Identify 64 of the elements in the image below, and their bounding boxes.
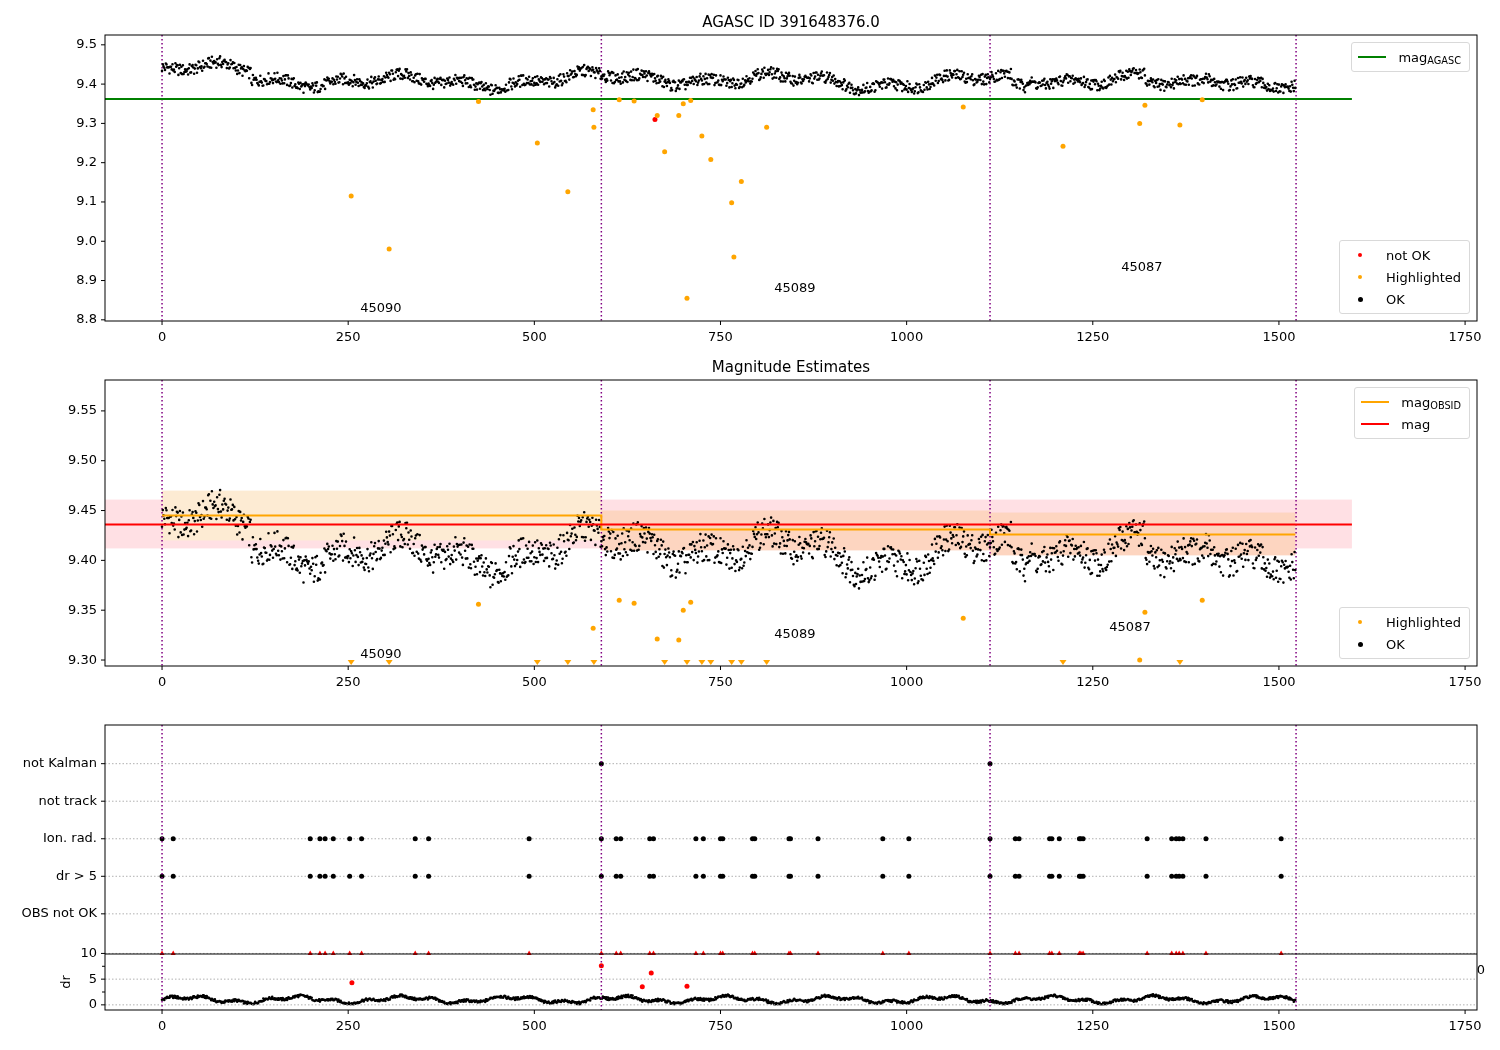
tick-label: not Kalman [22, 755, 97, 771]
legend-label: mag$_{OBSID}$ [1401, 395, 1462, 409]
axis-label: dr [58, 975, 73, 989]
tick-label: 9.5 [76, 36, 97, 52]
obsid-label: 45087 [1121, 259, 1163, 275]
tick-label: 1750 [1448, 674, 1482, 689]
tick-label: 9.40 [68, 551, 97, 567]
tick-label: Ion. rad. [43, 830, 97, 846]
tick-label: 1250 [1076, 329, 1110, 344]
tick-label: 9.3 [76, 114, 97, 130]
tick-label: 0 [157, 1018, 167, 1033]
legend-label: OK [1386, 637, 1406, 651]
tick-label: 9.30 [68, 651, 97, 667]
chart-title: Magnitude Estimates [711, 358, 871, 376]
tick-label: 1750 [1448, 1018, 1482, 1033]
tick-label: 750 [708, 674, 733, 689]
tick-label: 1000 [890, 329, 924, 344]
legend-label: mag$_{AGASC}$ [1398, 50, 1462, 64]
tick-label: 9.1 [76, 193, 97, 209]
tick-label: 9.4 [76, 75, 97, 91]
tick-label: 9.35 [68, 601, 97, 617]
tick-label: 5 [88, 970, 97, 986]
tick-label: 0 [1476, 961, 1486, 977]
tick-label: 750 [708, 329, 733, 344]
tick-label: 1500 [1262, 329, 1296, 344]
tick-label: 0 [157, 329, 167, 344]
tick-label: 1250 [1076, 1018, 1110, 1033]
tick-label: 8.9 [76, 272, 97, 288]
tick-label: 250 [335, 674, 361, 689]
obsid-label: 45090 [360, 299, 402, 315]
tick-label: 500 [521, 1018, 547, 1033]
legend-label: OK [1386, 292, 1406, 306]
tick-label: 9.45 [68, 502, 97, 518]
tick-label: 1000 [890, 674, 924, 689]
legend-label: Highlighted [1386, 615, 1462, 629]
obsid-label: 45087 [1109, 618, 1151, 634]
legend-label: Highlighted [1386, 270, 1462, 284]
tick-label: 500 [521, 674, 547, 689]
tick-label: 10 [80, 944, 97, 960]
tick-label: 0 [157, 674, 167, 689]
tick-label: 250 [335, 1018, 361, 1033]
obsid-label: 45090 [360, 645, 402, 661]
tick-label: 0 [88, 996, 97, 1012]
tick-label: 9.50 [68, 452, 97, 468]
chart-title: AGASC ID 391648376.0 [702, 13, 880, 31]
tick-label: 500 [521, 329, 547, 344]
tick-label: 8.8 [76, 311, 97, 327]
tick-label: 1500 [1262, 674, 1296, 689]
tick-label: 750 [708, 1018, 733, 1033]
tick-label: 250 [335, 329, 361, 344]
tick-label: 9.2 [76, 154, 97, 170]
tick-label: 9.0 [76, 232, 97, 248]
tick-label: 1000 [890, 1018, 924, 1033]
obsid-label: 45089 [774, 625, 816, 641]
obsid-label: 45089 [774, 279, 816, 295]
tick-label: 9.55 [68, 402, 97, 418]
tick-label: 1500 [1262, 1018, 1296, 1033]
tick-label: 1750 [1448, 329, 1482, 344]
legend-label: mag [1401, 417, 1432, 431]
tick-label: dr > 5 [55, 867, 97, 883]
tick-label: OBS not OK [21, 905, 97, 921]
tick-label: 1250 [1076, 674, 1110, 689]
legend-label: not OK [1386, 248, 1432, 262]
tick-label: not track [38, 792, 97, 808]
